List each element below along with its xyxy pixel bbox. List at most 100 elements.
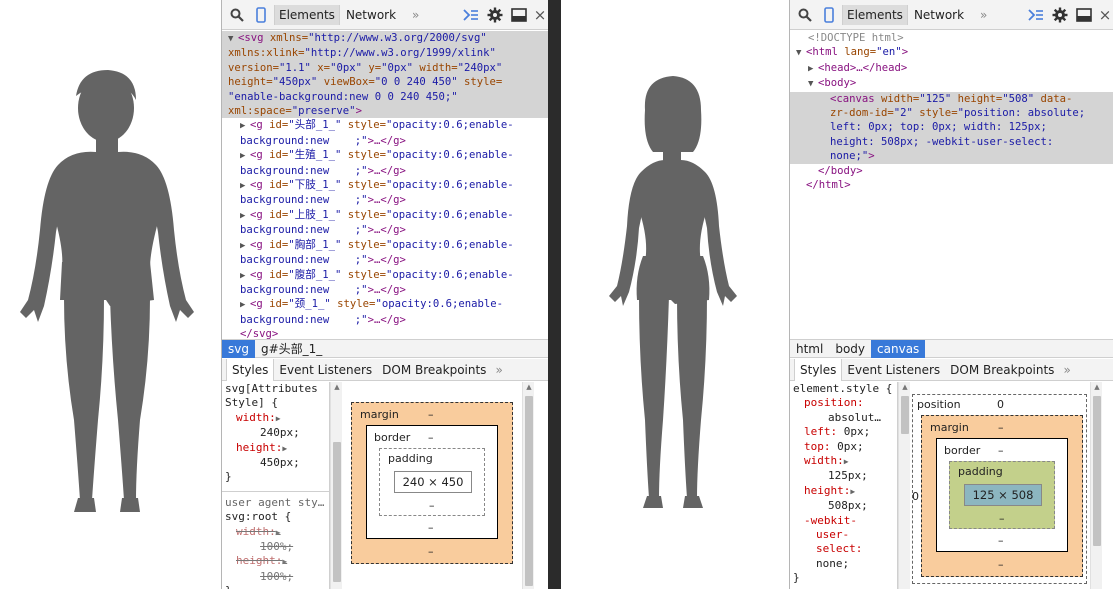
crumb-html[interactable]: html <box>790 340 829 358</box>
expand-triangle-icon[interactable]: ▶ <box>282 444 287 453</box>
dom-node-head[interactable]: ▶ <head>…</head> <box>790 61 1113 76</box>
scroll-up-icon[interactable]: ▲ <box>331 382 343 392</box>
collapsed-triangle-icon[interactable]: ▶ <box>240 298 250 312</box>
prop-width-value[interactable]: 240px; <box>222 426 329 440</box>
prop-width[interactable]: width:▶ <box>222 411 329 426</box>
prop-position[interactable]: position: <box>790 396 897 410</box>
dom-node-canvas-cont[interactable]: none;"> <box>790 149 1113 164</box>
dom-node-g[interactable]: ▶ <g id="胸部_1_" style="opacity:0.6;enable… <box>222 238 548 253</box>
collapsed-triangle-icon[interactable]: ▶ <box>240 269 250 283</box>
dom-node-html-close[interactable]: </html> <box>790 178 1113 192</box>
tab-elements[interactable]: Elements <box>842 4 908 25</box>
scroll-thumb[interactable] <box>901 396 909 434</box>
scroll-up-icon[interactable]: ▲ <box>899 382 911 392</box>
dom-node-canvas-cont[interactable]: height: 508px; -webkit-user-select: <box>790 134 1113 150</box>
prop-width-value[interactable]: 125px; <box>790 469 897 483</box>
tab-dom-breakpoints[interactable]: DOM Breakpoints <box>377 359 491 381</box>
dom-node-svg-cont[interactable]: "enable-background:new 0 0 240 450;" <box>222 89 548 105</box>
crumb-body[interactable]: body <box>829 340 871 358</box>
scroll-thumb[interactable] <box>1093 396 1101 546</box>
crumb-g[interactable]: g#头部_1_ <box>255 340 328 358</box>
crumb-canvas[interactable]: canvas <box>871 339 926 358</box>
dom-node-g[interactable]: ▶ <g id="下肢_1_" style="opacity:0.6;enable… <box>222 178 548 193</box>
dom-node-canvas-cont[interactable]: left: 0px; top: 0px; width: 125px; <box>790 120 1113 135</box>
expanded-triangle-icon[interactable]: ▼ <box>228 32 238 46</box>
dom-node-g-cont[interactable]: background:new ;">…</g> <box>222 134 548 148</box>
tab-styles[interactable]: Styles <box>226 358 275 381</box>
expand-triangle-icon[interactable]: ▶ <box>850 487 855 496</box>
dom-node-svg-cont[interactable]: xml:space="preserve"> <box>222 104 548 119</box>
dom-node-html[interactable]: ▼ <html lang="en"> <box>790 45 1113 60</box>
dom-node-svg-cont[interactable]: version="1.1" x="0px" y="0px" width="240… <box>222 60 548 76</box>
dom-node-g[interactable]: ▶ <g id="腹部_1_" style="opacity:0.6;enable… <box>222 268 548 283</box>
styles-scrollbar[interactable]: ▲ <box>330 382 342 589</box>
dom-node-g-cont[interactable]: background:new ;">…</g> <box>222 283 548 297</box>
dom-node-g[interactable]: ▶ <g id="生殖_1_" style="opacity:0.6;enable… <box>222 148 548 163</box>
dom-node-canvas-cont[interactable]: zr-dom-id="2" style="position: absolute; <box>790 106 1113 121</box>
console-icon[interactable] <box>460 4 482 26</box>
tab-network[interactable]: Network <box>342 5 400 25</box>
scroll-thumb[interactable] <box>333 442 341 582</box>
dom-node-canvas[interactable]: <canvas width="125" height="508" data- <box>790 91 1113 107</box>
boxmodel-scrollbar[interactable]: ▲ <box>522 382 534 589</box>
dom-node-body[interactable]: ▼ <body> <box>790 76 1113 91</box>
dom-node-g-cont[interactable]: background:new ;">…</g> <box>222 223 548 237</box>
boxmodel-scrollbar[interactable]: ▲ <box>1090 382 1102 589</box>
dom-node-svg[interactable]: ▼ <svg xmlns="http://www.w3.org/2000/svg" <box>222 31 548 47</box>
tab-network[interactable]: Network <box>910 5 968 25</box>
collapsed-triangle-icon[interactable]: ▶ <box>240 239 250 253</box>
prop-height[interactable]: height:▶ <box>222 441 329 456</box>
prop-height[interactable]: height:▶ <box>790 484 897 499</box>
tab-styles[interactable]: Styles <box>794 358 843 381</box>
prop-width[interactable]: width:▶ <box>790 454 897 469</box>
prop-height-value[interactable]: 508px; <box>790 499 897 513</box>
gear-icon[interactable] <box>1049 4 1071 26</box>
dom-node-svg-cont[interactable]: xmlns:xlink="http://www.w3.org/1999/xlin… <box>222 46 548 61</box>
gear-icon[interactable] <box>484 4 506 26</box>
more-tabs-button[interactable]: » <box>402 8 429 22</box>
dom-doctype[interactable]: <!DOCTYPE html> <box>790 31 1113 45</box>
dock-icon[interactable] <box>1073 4 1095 26</box>
prop-left[interactable]: left: 0px; <box>790 425 897 439</box>
close-icon[interactable]: × <box>1097 4 1113 26</box>
dom-node-g-cont[interactable]: background:new ;">…</g> <box>222 253 548 267</box>
dom-node-g[interactable]: ▶ <g id="头部_1_" style="opacity:0.6;enable… <box>222 118 548 133</box>
dom-node-body-close[interactable]: </body> <box>790 164 1113 178</box>
scroll-up-icon[interactable]: ▲ <box>523 382 535 392</box>
tab-event-listeners[interactable]: Event Listeners <box>274 359 377 381</box>
search-icon[interactable] <box>226 4 248 26</box>
dom-node-svg-cont[interactable]: height="450px" viewBox="0 0 240 450" sty… <box>222 75 548 90</box>
collapsed-triangle-icon[interactable]: ▶ <box>240 179 250 193</box>
dom-node-g[interactable]: ▶ <g id="上肢_1_" style="opacity:0.6;enable… <box>222 208 548 223</box>
more-subtabs-button[interactable]: » <box>1059 363 1070 377</box>
scroll-up-icon[interactable]: ▲ <box>1091 382 1103 392</box>
close-icon[interactable]: × <box>532 4 548 26</box>
dom-node-g-cont[interactable]: background:new ;">…</g> <box>222 164 548 178</box>
collapsed-triangle-icon[interactable]: ▶ <box>240 149 250 163</box>
prop-position-value[interactable]: absolut… <box>790 411 897 425</box>
tab-dom-breakpoints[interactable]: DOM Breakpoints <box>945 359 1059 381</box>
crumb-svg[interactable]: svg <box>222 339 255 358</box>
device-icon[interactable] <box>818 4 840 26</box>
prop-user-select[interactable]: -webkit- <box>790 514 897 528</box>
prop-user-select-value[interactable]: none; <box>790 557 897 571</box>
prop-height-value[interactable]: 450px; <box>222 456 329 470</box>
device-icon[interactable] <box>250 4 272 26</box>
dom-node-g-cont[interactable]: background:new ;">…</g> <box>222 193 548 207</box>
console-icon[interactable] <box>1025 4 1047 26</box>
expanded-triangle-icon[interactable]: ▼ <box>796 46 806 60</box>
expand-triangle-icon[interactable]: ▶ <box>276 414 281 423</box>
prop-top[interactable]: top: 0px; <box>790 440 897 454</box>
dom-node-g-cont[interactable]: background:new ;">…</g> <box>222 313 548 327</box>
scroll-thumb[interactable] <box>525 396 533 586</box>
collapsed-triangle-icon[interactable]: ▶ <box>808 62 818 76</box>
expanded-triangle-icon[interactable]: ▼ <box>808 77 818 91</box>
tab-event-listeners[interactable]: Event Listeners <box>842 359 945 381</box>
dock-icon[interactable] <box>508 4 530 26</box>
more-subtabs-button[interactable]: » <box>491 363 502 377</box>
expand-triangle-icon[interactable]: ▶ <box>844 457 849 466</box>
styles-scrollbar[interactable]: ▲ <box>898 382 910 589</box>
collapsed-triangle-icon[interactable]: ▶ <box>240 119 250 133</box>
more-tabs-button[interactable]: » <box>970 8 997 22</box>
search-icon[interactable] <box>794 4 816 26</box>
